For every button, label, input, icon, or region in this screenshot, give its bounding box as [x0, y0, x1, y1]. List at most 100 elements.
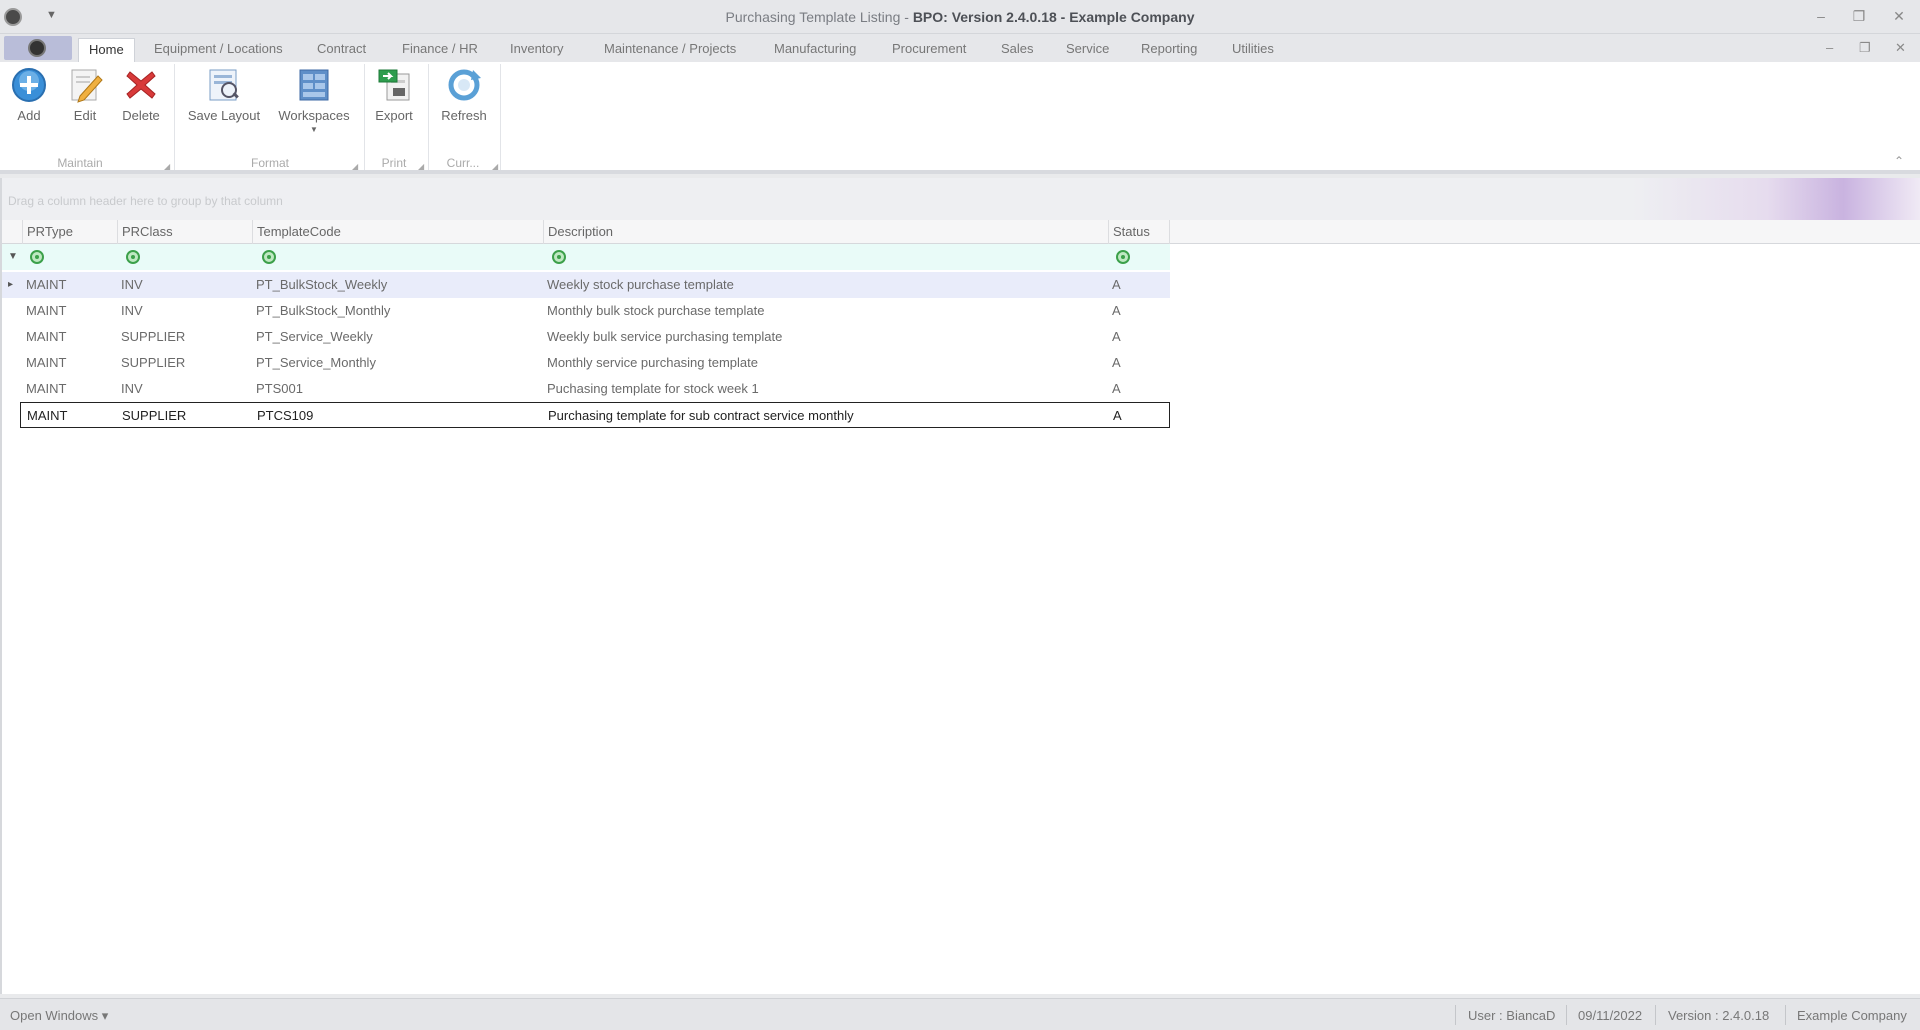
application-menu-button[interactable] — [4, 36, 72, 60]
window-title-bold: BPO: Version 2.4.0.18 - Example Company — [912, 9, 1195, 25]
data-grid: Drag a column header here to group by th… — [0, 178, 1920, 994]
add-label: Add — [17, 108, 41, 123]
filter-status-icon[interactable] — [1116, 250, 1130, 264]
minimize-button[interactable]: – — [1806, 6, 1836, 26]
filter-description-icon[interactable] — [552, 250, 566, 264]
tab-finance-hr[interactable]: Finance / HR — [392, 38, 488, 62]
cell-prclass: INV — [121, 277, 143, 292]
cell-templatecode: PTS001 — [256, 381, 303, 396]
tab-inventory[interactable]: Inventory — [500, 38, 573, 62]
window-title-prefix: Purchasing Template Listing - — [725, 9, 913, 25]
refresh-icon — [445, 66, 483, 104]
table-row[interactable]: MAINT INV PTS001 Puchasing template for … — [2, 376, 1170, 402]
tab-sales[interactable]: Sales — [991, 38, 1044, 62]
cell-description: Weekly stock purchase template — [547, 277, 734, 292]
cell-prclass: SUPPLIER — [122, 408, 187, 423]
filter-row-indicator-icon: ▼ — [8, 251, 18, 262]
tab-procurement[interactable]: Procurement — [882, 38, 976, 62]
status-divider — [1655, 1005, 1656, 1025]
column-header-prclass[interactable]: PRClass — [117, 220, 252, 244]
tab-manufacturing[interactable]: Manufacturing — [764, 38, 866, 62]
cell-templatecode: PT_Service_Weekly — [256, 329, 373, 344]
status-date: 09/11/2022 — [1578, 1008, 1643, 1023]
group-by-panel[interactable]: Drag a column header here to group by th… — [2, 178, 1920, 220]
status-divider — [1566, 1005, 1567, 1025]
cell-prclass: SUPPLIER — [121, 329, 186, 344]
mdi-close-button[interactable]: ✕ — [1895, 40, 1906, 56]
status-bar: Open Windows ▾ User : BiancaD 09/11/2022… — [0, 998, 1920, 1030]
workspaces-icon — [295, 66, 333, 104]
restore-button[interactable]: ❐ — [1844, 6, 1874, 26]
cell-status: A — [1112, 329, 1121, 344]
column-header-status[interactable]: Status — [1108, 220, 1170, 244]
filter-prclass-icon[interactable] — [126, 250, 140, 264]
table-row[interactable]: MAINT SUPPLIER PT_Service_Weekly Weekly … — [2, 324, 1170, 350]
cell-prclass: INV — [121, 381, 143, 396]
workspaces-button[interactable]: Workspaces ▼ — [274, 66, 354, 134]
table-row[interactable]: MAINT SUPPLIER PT_Service_Monthly Monthl… — [2, 350, 1170, 376]
collapse-ribbon-icon[interactable]: ⌃ — [1894, 154, 1904, 168]
auto-filter-row[interactable]: ▼ — [2, 244, 1170, 270]
mdi-restore-button[interactable]: ❐ — [1859, 40, 1871, 56]
tab-home[interactable]: Home — [78, 38, 135, 62]
group-label-print: Print — [381, 156, 407, 170]
cell-status: A — [1113, 408, 1122, 423]
edit-icon — [66, 66, 104, 104]
cell-status: A — [1112, 381, 1121, 396]
export-icon — [375, 66, 413, 104]
cell-prtype: MAINT — [26, 355, 67, 370]
table-row[interactable]: MAINT INV PT_BulkStock_Monthly Monthly b… — [2, 298, 1170, 324]
group-divider — [500, 64, 501, 170]
tab-utilities[interactable]: Utilities — [1222, 38, 1284, 62]
group-divider — [364, 64, 365, 170]
edit-button[interactable]: Edit — [62, 66, 108, 123]
status-company: Example Company — [1797, 1008, 1907, 1023]
cell-status: A — [1112, 303, 1121, 318]
workspaces-dropdown-icon: ▼ — [310, 125, 318, 134]
row-indicator-icon: ▸ — [8, 279, 14, 290]
cell-templatecode: PT_BulkStock_Monthly — [256, 303, 391, 318]
filter-templatecode-icon[interactable] — [262, 250, 276, 264]
title-bar: ▼ Purchasing Template Listing - BPO: Ver… — [0, 0, 1920, 34]
grid-header-row: PRType PRClass TemplateCode Description … — [2, 220, 1920, 244]
status-divider — [1455, 1005, 1456, 1025]
group-launcher-print-icon[interactable]: ◢ — [418, 162, 424, 171]
group-launcher-maintain-icon[interactable]: ◢ — [164, 162, 170, 171]
refresh-button[interactable]: Refresh — [434, 66, 494, 123]
table-row[interactable]: ▸ MAINT INV PT_BulkStock_Weekly Weekly s… — [2, 272, 1170, 298]
table-row-focused[interactable]: MAINT SUPPLIER PTCS109 Purchasing templa… — [20, 402, 1170, 428]
group-divider — [174, 64, 175, 170]
cell-prtype: MAINT — [27, 408, 68, 423]
open-windows-button[interactable]: Open Windows ▾ — [10, 1008, 108, 1024]
tab-equipment-locations[interactable]: Equipment / Locations — [144, 38, 293, 62]
group-launcher-format-icon[interactable]: ◢ — [352, 162, 358, 171]
cell-prtype: MAINT — [26, 277, 67, 292]
cell-description: Monthly bulk stock purchase template — [547, 303, 765, 318]
column-header-prtype[interactable]: PRType — [22, 220, 117, 244]
column-header-description[interactable]: Description — [543, 220, 1108, 244]
cell-templatecode: PTCS109 — [257, 408, 314, 423]
application-menu-icon — [28, 39, 46, 57]
group-launcher-curr-icon[interactable]: ◢ — [492, 162, 498, 171]
status-version: Version : 2.4.0.18 — [1668, 1008, 1770, 1023]
status-divider — [1785, 1005, 1786, 1025]
tab-service[interactable]: Service — [1056, 38, 1119, 62]
save-layout-button[interactable]: Save Layout — [184, 66, 264, 123]
mdi-minimize-button[interactable]: – — [1826, 40, 1833, 55]
window-title: Purchasing Template Listing - BPO: Versi… — [0, 9, 1920, 25]
tab-maintenance-projects[interactable]: Maintenance / Projects — [594, 38, 746, 62]
group-label-maintain: Maintain — [57, 156, 103, 170]
cell-description: Purchasing template for sub contract ser… — [548, 408, 854, 423]
status-user: User : BiancaD — [1468, 1008, 1556, 1023]
filter-prtype-icon[interactable] — [30, 250, 44, 264]
refresh-label: Refresh — [441, 108, 487, 123]
tab-reporting[interactable]: Reporting — [1131, 38, 1207, 62]
export-label: Export — [375, 108, 413, 123]
close-button[interactable]: ✕ — [1884, 6, 1914, 26]
column-header-templatecode[interactable]: TemplateCode — [252, 220, 543, 244]
add-button[interactable]: Add — [6, 66, 52, 123]
delete-button[interactable]: Delete — [118, 66, 164, 123]
cell-prtype: MAINT — [26, 329, 67, 344]
export-button[interactable]: Export — [368, 66, 420, 123]
tab-contract[interactable]: Contract — [307, 38, 376, 62]
